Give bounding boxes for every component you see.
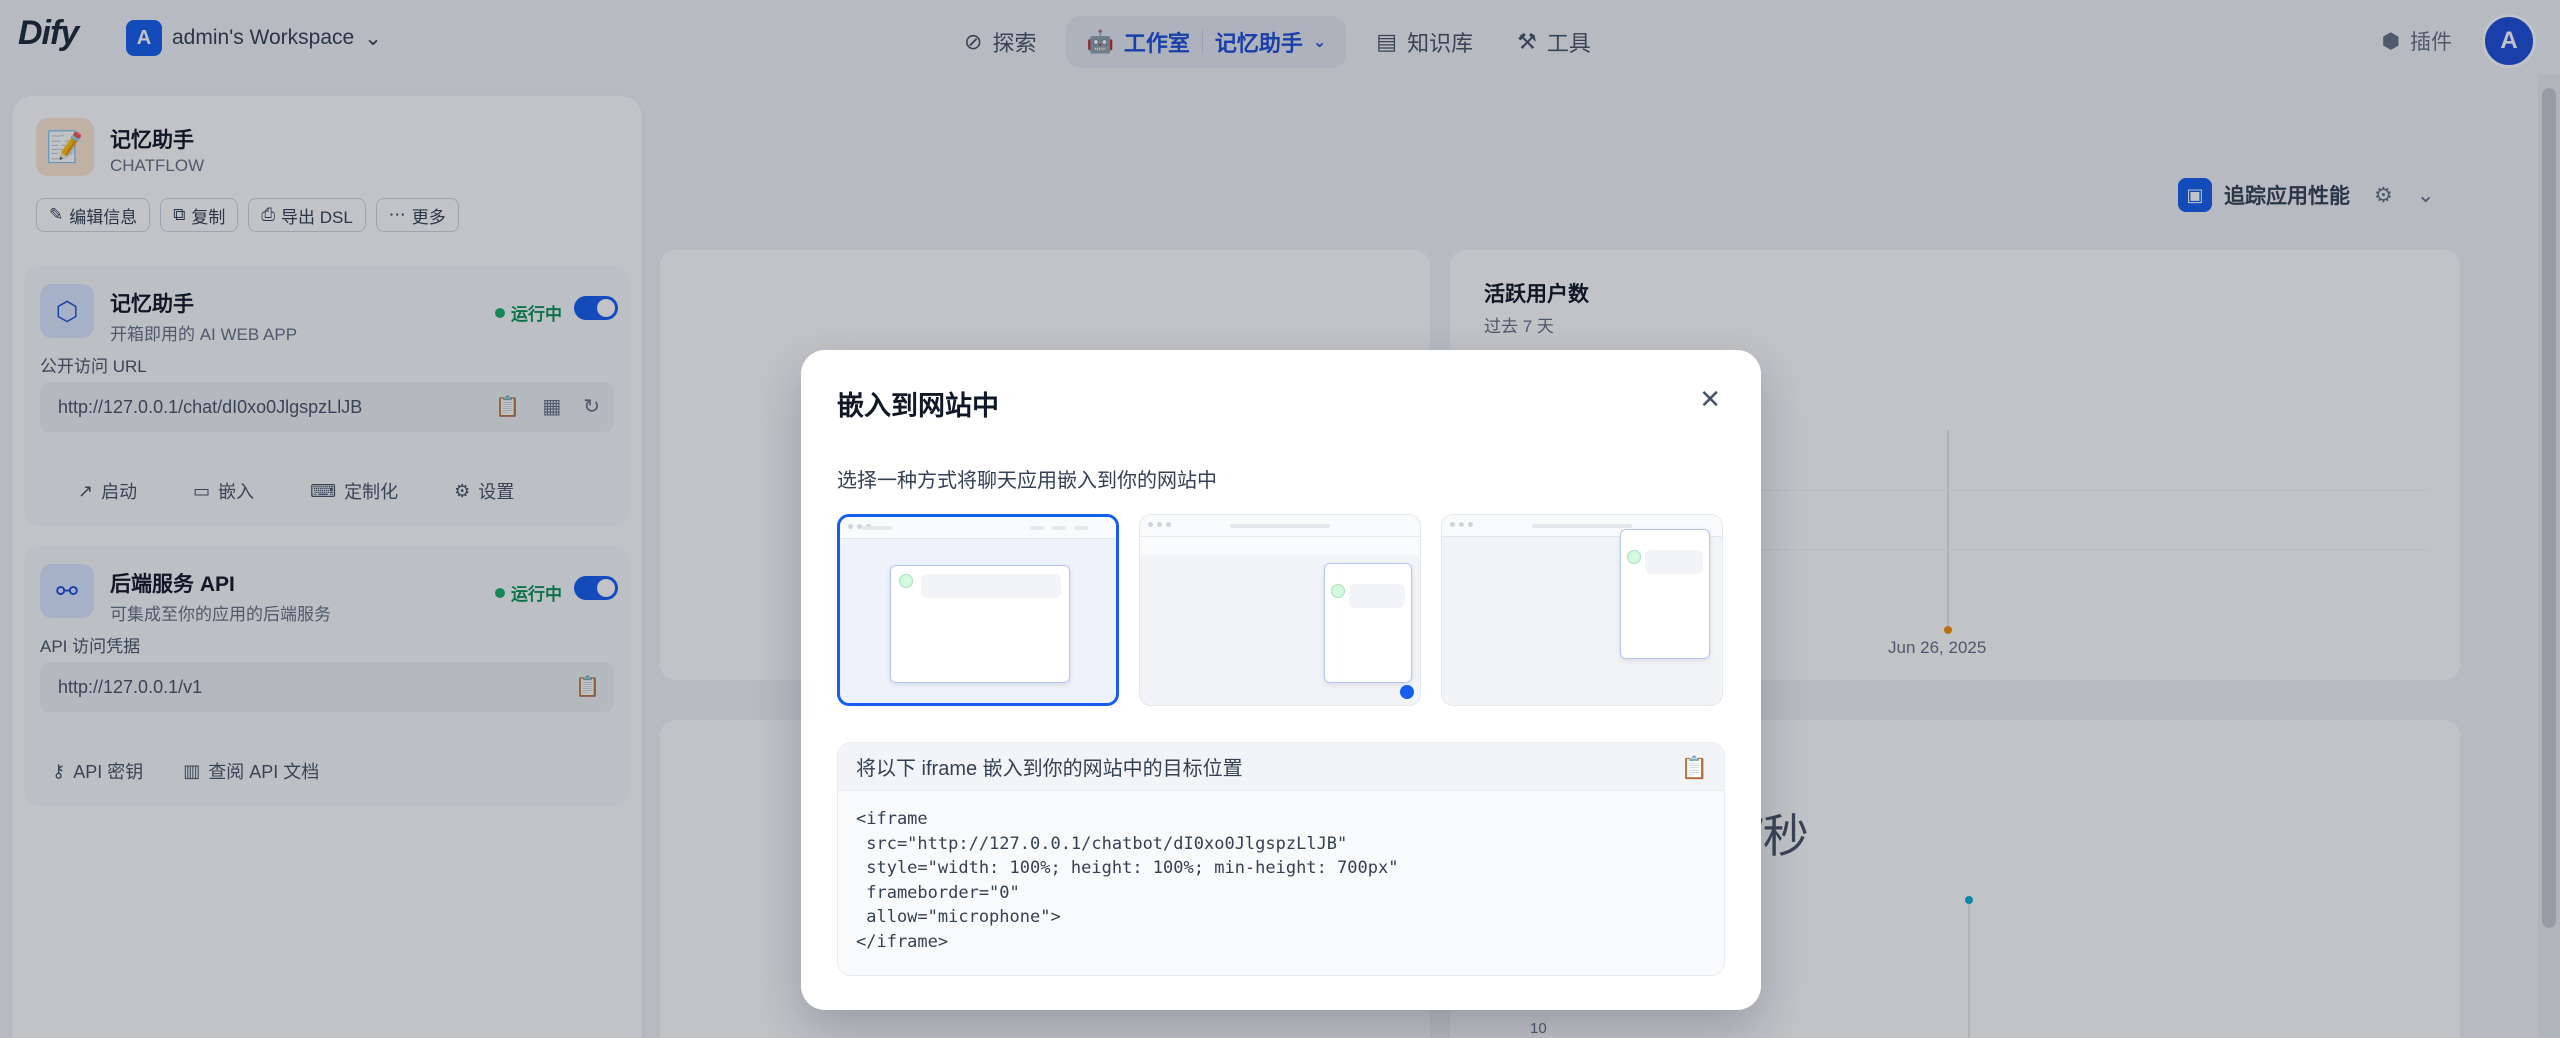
mini-chat-window [1620,529,1710,659]
modal-title: 嵌入到网站中 [837,391,999,421]
embed-option-iframe[interactable] [837,514,1119,706]
embed-options [837,514,1723,706]
embed-option-extension[interactable] [1441,514,1723,706]
iframe-code[interactable]: <iframe src="http://127.0.0.1/chatbot/dI… [838,791,1724,970]
modal-subtitle: 选择一种方式将聊天应用嵌入到你的网站中 [837,470,1217,492]
mini-chat-window [1324,563,1412,683]
mini-browser-bar [1140,515,1420,537]
embed-option-bubble[interactable] [1139,514,1421,706]
code-header-text: 将以下 iframe 嵌入到你的网站中的目标位置 [856,758,1243,780]
embed-modal: 嵌入到网站中 ✕ 选择一种方式将聊天应用嵌入到你的网站中 将以下 iframe … [801,350,1761,1010]
clipboard-icon[interactable]: 📋 [1681,755,1708,781]
close-icon[interactable]: ✕ [1699,384,1721,415]
chat-bubble-icon [1400,685,1414,699]
code-box-header: 将以下 iframe 嵌入到你的网站中的目标位置 📋 [838,743,1724,791]
mini-browser-bar [840,517,1116,539]
mini-chat-window [890,565,1070,683]
iframe-code-box: 将以下 iframe 嵌入到你的网站中的目标位置 📋 <iframe src="… [837,742,1725,976]
